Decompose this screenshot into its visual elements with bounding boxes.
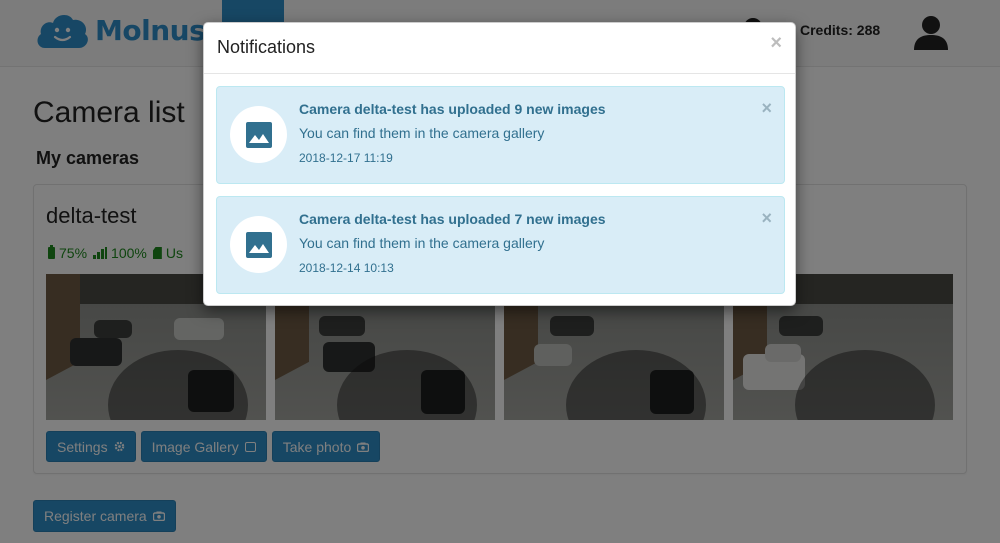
image-icon xyxy=(245,231,272,258)
notification-time: 2018-12-17 11:19 xyxy=(299,151,393,165)
image-icon xyxy=(245,121,272,148)
notification-body: You can find them in the camera gallery xyxy=(299,125,545,141)
notification-time: 2018-12-14 10:13 xyxy=(299,261,394,275)
notification-title: Camera delta-test has uploaded 9 new ima… xyxy=(299,101,606,117)
notifications-modal: Notifications × Camera delta-test has up… xyxy=(203,22,796,306)
modal-close-button[interactable]: × xyxy=(770,33,782,53)
notification-body: You can find them in the camera gallery xyxy=(299,235,545,251)
notification-item[interactable]: Camera delta-test has uploaded 7 new ima… xyxy=(216,196,785,294)
notification-avatar xyxy=(230,216,287,273)
notification-avatar xyxy=(230,106,287,163)
notification-dismiss-button[interactable]: × xyxy=(761,99,772,117)
notification-dismiss-button[interactable]: × xyxy=(761,209,772,227)
notification-item[interactable]: Camera delta-test has uploaded 9 new ima… xyxy=(216,86,785,184)
modal-header: Notifications × xyxy=(204,23,795,74)
notification-title: Camera delta-test has uploaded 7 new ima… xyxy=(299,211,606,227)
modal-title: Notifications xyxy=(217,37,316,57)
